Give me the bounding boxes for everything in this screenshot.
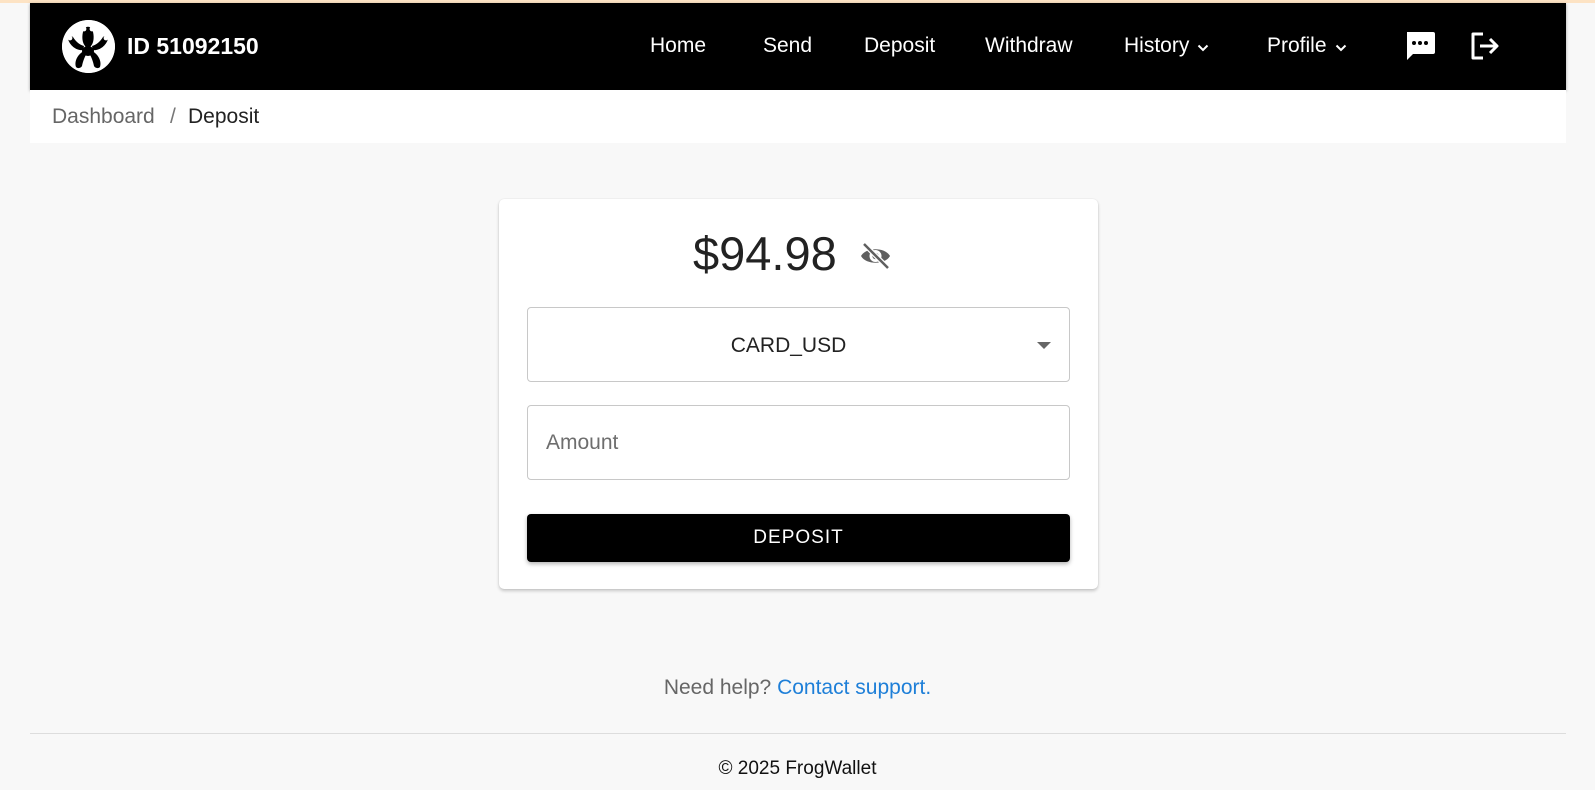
deposit-card: $94.98 CARD_USD DEPOSIT	[499, 199, 1098, 589]
copyright: © 2025 FrogWallet	[718, 758, 877, 779]
chevron-down-icon	[1197, 33, 1209, 59]
chevron-down-icon	[1335, 33, 1347, 59]
breadcrumb-separator: /	[170, 105, 176, 128]
nav-history-label: History	[1124, 34, 1190, 57]
nav-deposit[interactable]: Deposit	[864, 33, 935, 59]
frog-logo-icon[interactable]	[62, 20, 115, 73]
nav-withdraw[interactable]: Withdraw	[985, 33, 1073, 59]
eye-off-icon[interactable]	[859, 241, 892, 271]
deposit-method-select[interactable]: CARD_USD	[527, 307, 1070, 382]
nav-profile-dropdown[interactable]: Profile	[1267, 33, 1347, 59]
breadcrumb-dashboard-link[interactable]: Dashboard	[52, 104, 155, 130]
account-id: ID 51092150	[127, 33, 259, 59]
top-navbar: ID 51092150 Home Send Deposit Withdraw H…	[30, 3, 1566, 90]
deposit-method-value: CARD_USD	[730, 334, 847, 357]
nav-home[interactable]: Home	[650, 33, 706, 59]
contact-support-link[interactable]: Contact support.	[777, 676, 931, 699]
balance-row: $94.98	[499, 224, 1098, 282]
logout-icon[interactable]	[1468, 30, 1502, 62]
help-text: Need help? Contact support.	[0, 675, 1595, 701]
amount-input[interactable]	[527, 405, 1070, 480]
breadcrumb-current: Deposit	[188, 105, 260, 128]
nav-send[interactable]: Send	[763, 33, 812, 59]
help-prompt: Need help?	[663, 676, 772, 699]
nav-history-dropdown[interactable]: History	[1124, 33, 1209, 59]
deposit-button[interactable]: DEPOSIT	[527, 514, 1070, 562]
nav-profile-label: Profile	[1267, 34, 1327, 57]
balance-amount: $94.98	[693, 227, 837, 280]
chat-icon[interactable]	[1403, 30, 1437, 62]
footer-divider	[30, 733, 1566, 734]
dropdown-caret-icon	[1037, 342, 1051, 349]
breadcrumb: Dashboard / Deposit	[30, 90, 1566, 143]
